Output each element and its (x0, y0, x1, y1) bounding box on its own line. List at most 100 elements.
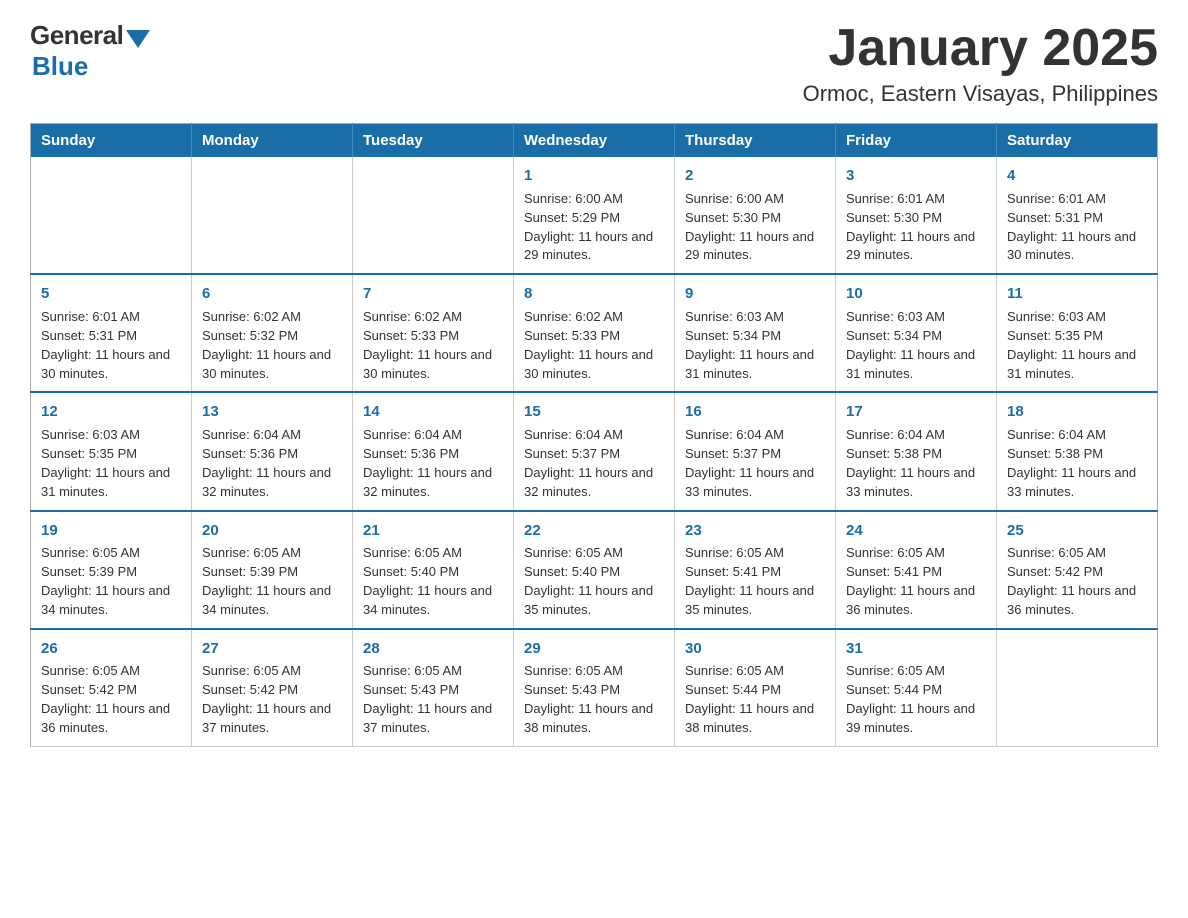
calendar-cell: 29Sunrise: 6:05 AMSunset: 5:43 PMDayligh… (514, 629, 675, 747)
day-info: Daylight: 11 hours and 33 minutes. (685, 464, 825, 502)
day-info: Daylight: 11 hours and 37 minutes. (363, 700, 503, 738)
day-info: Daylight: 11 hours and 31 minutes. (1007, 346, 1147, 384)
calendar-week-2: 5Sunrise: 6:01 AMSunset: 5:31 PMDaylight… (31, 274, 1158, 392)
day-number: 12 (41, 401, 181, 423)
calendar-location: Ormoc, Eastern Visayas, Philippines (803, 81, 1158, 107)
calendar-week-5: 26Sunrise: 6:05 AMSunset: 5:42 PMDayligh… (31, 629, 1158, 747)
calendar-cell (192, 157, 353, 274)
day-info: Sunrise: 6:02 AM (363, 308, 503, 327)
day-number: 5 (41, 283, 181, 305)
calendar-cell: 25Sunrise: 6:05 AMSunset: 5:42 PMDayligh… (997, 511, 1158, 629)
day-info: Sunset: 5:42 PM (1007, 563, 1147, 582)
day-info: Daylight: 11 hours and 38 minutes. (524, 700, 664, 738)
calendar-cell: 26Sunrise: 6:05 AMSunset: 5:42 PMDayligh… (31, 629, 192, 747)
day-number: 15 (524, 401, 664, 423)
day-info: Sunrise: 6:05 AM (685, 544, 825, 563)
day-info: Daylight: 11 hours and 33 minutes. (846, 464, 986, 502)
day-info: Daylight: 11 hours and 30 minutes. (363, 346, 503, 384)
weekday-header-row: SundayMondayTuesdayWednesdayThursdayFrid… (31, 124, 1158, 158)
day-number: 23 (685, 520, 825, 542)
calendar-cell: 1Sunrise: 6:00 AMSunset: 5:29 PMDaylight… (514, 157, 675, 274)
day-info: Daylight: 11 hours and 37 minutes. (202, 700, 342, 738)
day-info: Sunrise: 6:04 AM (846, 426, 986, 445)
calendar-cell: 6Sunrise: 6:02 AMSunset: 5:32 PMDaylight… (192, 274, 353, 392)
day-info: Sunrise: 6:05 AM (524, 544, 664, 563)
day-info: Sunset: 5:35 PM (41, 445, 181, 464)
calendar-cell: 14Sunrise: 6:04 AMSunset: 5:36 PMDayligh… (353, 392, 514, 510)
day-info: Sunset: 5:43 PM (363, 681, 503, 700)
day-info: Sunrise: 6:05 AM (685, 662, 825, 681)
calendar-cell: 4Sunrise: 6:01 AMSunset: 5:31 PMDaylight… (997, 157, 1158, 274)
day-number: 18 (1007, 401, 1147, 423)
day-number: 9 (685, 283, 825, 305)
day-number: 17 (846, 401, 986, 423)
day-info: Sunrise: 6:03 AM (41, 426, 181, 445)
day-info: Sunrise: 6:05 AM (202, 662, 342, 681)
day-info: Sunrise: 6:04 AM (685, 426, 825, 445)
calendar-cell: 5Sunrise: 6:01 AMSunset: 5:31 PMDaylight… (31, 274, 192, 392)
day-number: 4 (1007, 165, 1147, 187)
day-number: 26 (41, 638, 181, 660)
day-info: Sunset: 5:30 PM (685, 209, 825, 228)
day-info: Sunset: 5:36 PM (202, 445, 342, 464)
weekday-header-saturday: Saturday (997, 124, 1158, 158)
day-info: Daylight: 11 hours and 31 minutes. (685, 346, 825, 384)
day-info: Daylight: 11 hours and 32 minutes. (524, 464, 664, 502)
day-info: Daylight: 11 hours and 33 minutes. (1007, 464, 1147, 502)
weekday-header-tuesday: Tuesday (353, 124, 514, 158)
day-info: Daylight: 11 hours and 30 minutes. (1007, 228, 1147, 266)
day-number: 14 (363, 401, 503, 423)
day-number: 19 (41, 520, 181, 542)
day-info: Sunrise: 6:05 AM (524, 662, 664, 681)
day-info: Daylight: 11 hours and 34 minutes. (202, 582, 342, 620)
calendar-cell: 24Sunrise: 6:05 AMSunset: 5:41 PMDayligh… (836, 511, 997, 629)
day-info: Sunset: 5:41 PM (846, 563, 986, 582)
calendar-cell: 3Sunrise: 6:01 AMSunset: 5:30 PMDaylight… (836, 157, 997, 274)
day-info: Sunrise: 6:05 AM (1007, 544, 1147, 563)
day-info: Sunset: 5:44 PM (685, 681, 825, 700)
calendar-cell: 31Sunrise: 6:05 AMSunset: 5:44 PMDayligh… (836, 629, 997, 747)
calendar-cell: 16Sunrise: 6:04 AMSunset: 5:37 PMDayligh… (675, 392, 836, 510)
day-info: Sunset: 5:34 PM (685, 327, 825, 346)
weekday-header-wednesday: Wednesday (514, 124, 675, 158)
calendar-cell: 12 Sunrise: 6:03 AMSunset: 5:35 PMDayligh… (31, 392, 192, 510)
day-info: Daylight: 11 hours and 29 minutes. (524, 228, 664, 266)
day-info: Sunrise: 6:01 AM (1007, 190, 1147, 209)
day-info: Sunrise: 6:04 AM (202, 426, 342, 445)
day-number: 2 (685, 165, 825, 187)
page-header: General Blue January 2025 Ormoc, Eastern… (30, 20, 1158, 107)
day-info: Daylight: 11 hours and 29 minutes. (846, 228, 986, 266)
logo-arrow-icon (126, 30, 150, 48)
calendar-body: 1Sunrise: 6:00 AMSunset: 5:29 PMDaylight… (31, 157, 1158, 746)
calendar-cell: 11Sunrise: 6:03 AMSunset: 5:35 PMDayligh… (997, 274, 1158, 392)
day-number: 21 (363, 520, 503, 542)
calendar-cell (997, 629, 1158, 747)
day-info: Sunrise: 6:05 AM (846, 544, 986, 563)
day-number: 27 (202, 638, 342, 660)
day-info: Sunrise: 6:05 AM (363, 544, 503, 563)
day-number: 24 (846, 520, 986, 542)
day-info: Sunrise: 6:03 AM (1007, 308, 1147, 327)
day-info: Sunset: 5:44 PM (846, 681, 986, 700)
day-info: Daylight: 11 hours and 31 minutes. (41, 464, 181, 502)
day-info: Sunrise: 6:02 AM (202, 308, 342, 327)
calendar-cell: 18Sunrise: 6:04 AMSunset: 5:38 PMDayligh… (997, 392, 1158, 510)
weekday-header-monday: Monday (192, 124, 353, 158)
day-info: Daylight: 11 hours and 29 minutes. (685, 228, 825, 266)
day-number: 6 (202, 283, 342, 305)
calendar-header: SundayMondayTuesdayWednesdayThursdayFrid… (31, 124, 1158, 158)
logo-blue-text: Blue (32, 51, 88, 82)
weekday-header-friday: Friday (836, 124, 997, 158)
day-info: Sunset: 5:37 PM (685, 445, 825, 464)
day-number: 7 (363, 283, 503, 305)
day-number: 10 (846, 283, 986, 305)
day-info: Daylight: 11 hours and 30 minutes. (41, 346, 181, 384)
day-info: Sunset: 5:32 PM (202, 327, 342, 346)
day-number: 8 (524, 283, 664, 305)
calendar-cell (31, 157, 192, 274)
day-info: Daylight: 11 hours and 31 minutes. (846, 346, 986, 384)
day-number: 31 (846, 638, 986, 660)
day-info: Daylight: 11 hours and 32 minutes. (202, 464, 342, 502)
day-info: Sunset: 5:39 PM (202, 563, 342, 582)
day-number: 25 (1007, 520, 1147, 542)
